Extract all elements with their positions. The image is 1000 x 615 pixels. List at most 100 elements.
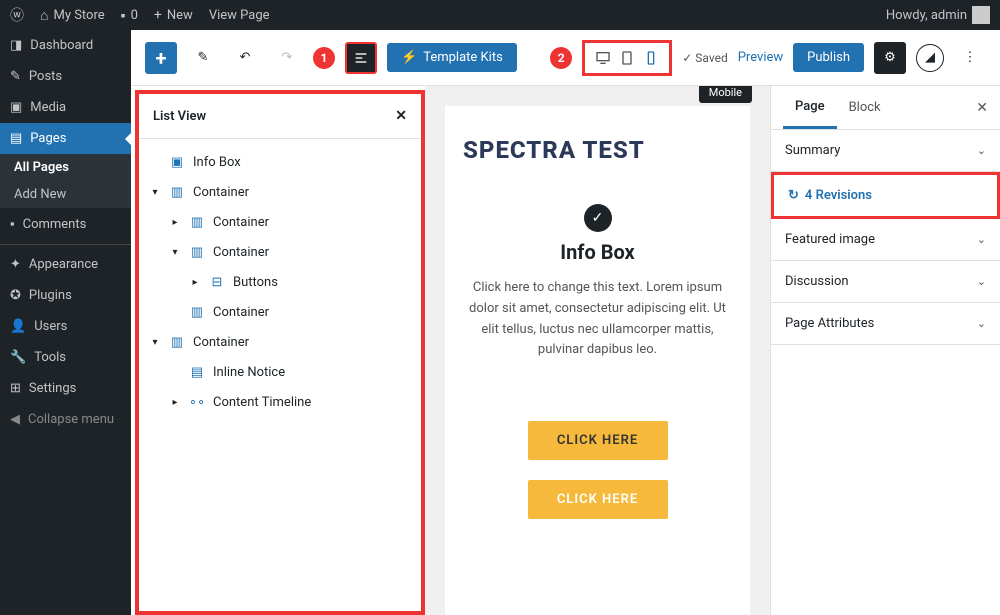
annotation-badge-1: 1: [313, 47, 335, 69]
mobile-tooltip: Mobile: [699, 86, 752, 103]
more-button[interactable]: ⋮: [954, 42, 986, 74]
list-item-label: Content Timeline: [213, 395, 311, 410]
sidebar-item-label: Pages: [30, 131, 66, 146]
sidebar-item-pages[interactable]: ▤Pages: [0, 123, 131, 154]
infobox-icon: ▣: [168, 153, 186, 171]
site-link[interactable]: ⌂My Store: [40, 7, 105, 24]
preview-link[interactable]: Preview: [738, 50, 783, 65]
template-kits-label: Template Kits: [423, 50, 503, 65]
list-item-label: Inline Notice: [213, 365, 285, 380]
page-title[interactable]: SPECTRA TEST: [463, 136, 732, 164]
publish-button[interactable]: Publish: [793, 43, 864, 72]
list-item-infobox[interactable]: ▣ Info Box: [149, 147, 411, 177]
sidebar-item-label: Comments: [23, 217, 87, 232]
template-kits-button[interactable]: ⚡Template Kits: [387, 43, 517, 72]
editor: + ✎ ↶ ↷ 1 ⚡Template Kits 2 ✓ Saved Previ…: [131, 30, 1000, 615]
chevron-down-icon[interactable]: ▾: [149, 187, 161, 198]
device-tablet[interactable]: [615, 46, 639, 70]
chevron-right-icon[interactable]: ▸: [189, 277, 201, 288]
sidebar-collapse[interactable]: ◀Collapse menu: [0, 404, 131, 435]
sidebar-item-label: Collapse menu: [28, 412, 114, 427]
redo-button[interactable]: ↷: [271, 42, 303, 74]
panel-revisions[interactable]: ↻ 4 Revisions: [771, 172, 1000, 219]
edit-button[interactable]: ✎: [187, 42, 219, 74]
admin-sidebar: ◨Dashboard ✎Posts ▣Media ▤Pages All Page…: [0, 30, 131, 615]
list-view-button[interactable]: [345, 42, 377, 74]
infobox-title[interactable]: Info Box: [463, 240, 732, 264]
settings-button[interactable]: ⚙: [874, 42, 906, 74]
sidebar-item-settings[interactable]: ⊞Settings: [0, 373, 131, 404]
chevron-down-icon[interactable]: ▾: [169, 247, 181, 258]
sidebar-item-comments[interactable]: ▪Comments: [0, 208, 131, 240]
submenu-add-new[interactable]: Add New: [0, 181, 131, 208]
close-icon[interactable]: ✕: [395, 108, 407, 124]
undo-button[interactable]: ↶: [229, 42, 261, 74]
section-label: Discussion: [785, 274, 849, 289]
page-content[interactable]: SPECTRA TEST ✓ Info Box Click here to ch…: [445, 106, 750, 615]
device-mobile[interactable]: [639, 46, 663, 70]
panel-summary[interactable]: Summary⌄: [771, 130, 1000, 172]
editor-canvas[interactable]: Mobile SPECTRA TEST ✓ Info Box Click her…: [425, 86, 770, 615]
device-switcher: [582, 40, 672, 76]
panel-discussion[interactable]: Discussion⌄: [771, 261, 1000, 303]
sidebar-item-label: Tools: [34, 350, 66, 365]
editor-topbar: + ✎ ↶ ↷ 1 ⚡Template Kits 2 ✓ Saved Previ…: [131, 30, 1000, 86]
sidebar-item-tools[interactable]: 🔧Tools: [0, 342, 131, 373]
sidebar-item-label: Appearance: [29, 257, 98, 272]
list-item-label: Container: [193, 335, 249, 350]
list-item-inline-notice[interactable]: ▤Inline Notice: [149, 357, 411, 387]
list-item-label: Container: [213, 215, 269, 230]
chevron-down-icon[interactable]: ▾: [149, 337, 161, 348]
chevron-down-icon: ⌄: [977, 144, 986, 157]
comments-link[interactable]: ▪0: [121, 7, 138, 24]
sidebar-item-media[interactable]: ▣Media: [0, 92, 131, 123]
list-item-container[interactable]: ▾▥Container: [149, 237, 411, 267]
list-view-panel: List View ✕ ▣Info Box ▾▥Container ▸▥Cont…: [135, 90, 425, 615]
submenu-all-pages[interactable]: All Pages: [0, 154, 131, 181]
list-item-buttons[interactable]: ▸⊟Buttons: [149, 267, 411, 297]
howdy-text: Howdy, admin: [886, 8, 967, 23]
new-link[interactable]: +New: [154, 7, 193, 23]
device-desktop[interactable]: [591, 46, 615, 70]
container-icon: ▥: [168, 183, 186, 201]
spectra-panel-button[interactable]: ◢: [916, 44, 944, 72]
tab-page[interactable]: Page: [783, 87, 837, 129]
cta-button-1[interactable]: CLICK HERE: [528, 421, 668, 460]
list-item-container[interactable]: ▥Container: [149, 297, 411, 327]
history-icon: ↻: [788, 188, 799, 203]
sidebar-item-plugins[interactable]: ✪Plugins: [0, 280, 131, 311]
chevron-right-icon[interactable]: ▸: [169, 217, 181, 228]
infobox-text[interactable]: Click here to change this text. Lorem ip…: [463, 278, 732, 361]
list-item-container[interactable]: ▾▥Container: [149, 327, 411, 357]
chevron-down-icon: ⌄: [977, 317, 986, 330]
sidebar-item-label: Dashboard: [30, 38, 93, 53]
annotation-badge-2: 2: [550, 47, 572, 69]
tab-block[interactable]: Block: [837, 88, 893, 127]
saved-indicator: ✓ Saved: [682, 51, 728, 65]
new-label: New: [167, 8, 193, 23]
list-item-timeline[interactable]: ▸∘∘Content Timeline: [149, 387, 411, 417]
list-item-container[interactable]: ▸ ▥ Container: [149, 207, 411, 237]
sidebar-item-posts[interactable]: ✎Posts: [0, 61, 131, 92]
buttons-icon: ⊟: [208, 273, 226, 291]
howdy[interactable]: Howdy, admin: [886, 6, 990, 24]
close-icon[interactable]: ✕: [976, 100, 988, 116]
panel-featured-image[interactable]: Featured image⌄: [771, 219, 1000, 261]
view-page-link[interactable]: View Page: [209, 8, 270, 23]
chevron-down-icon: ⌄: [977, 233, 986, 246]
wp-logo[interactable]: ⓦ: [10, 5, 24, 25]
list-item-label: Info Box: [193, 155, 241, 170]
chevron-right-icon[interactable]: ▸: [169, 397, 181, 408]
container-icon: ▥: [188, 213, 206, 231]
panel-page-attributes[interactable]: Page Attributes⌄: [771, 303, 1000, 345]
settings-panel: Page Block ✕ Summary⌄ ↻4 Revisions 3 Fea…: [770, 86, 1000, 615]
sidebar-item-users[interactable]: 👤Users: [0, 311, 131, 342]
admin-bar: ⓦ ⌂My Store ▪0 +New View Page Howdy, adm…: [0, 0, 1000, 30]
list-item-container[interactable]: ▾▥Container: [149, 177, 411, 207]
cta-button-2[interactable]: CLICK HERE: [528, 480, 668, 519]
sidebar-item-label: Settings: [29, 381, 76, 396]
sidebar-item-appearance[interactable]: ✦Appearance: [0, 249, 131, 280]
add-block-button[interactable]: +: [145, 42, 177, 74]
sidebar-item-dashboard[interactable]: ◨Dashboard: [0, 30, 131, 61]
section-label: 4 Revisions: [805, 188, 872, 203]
